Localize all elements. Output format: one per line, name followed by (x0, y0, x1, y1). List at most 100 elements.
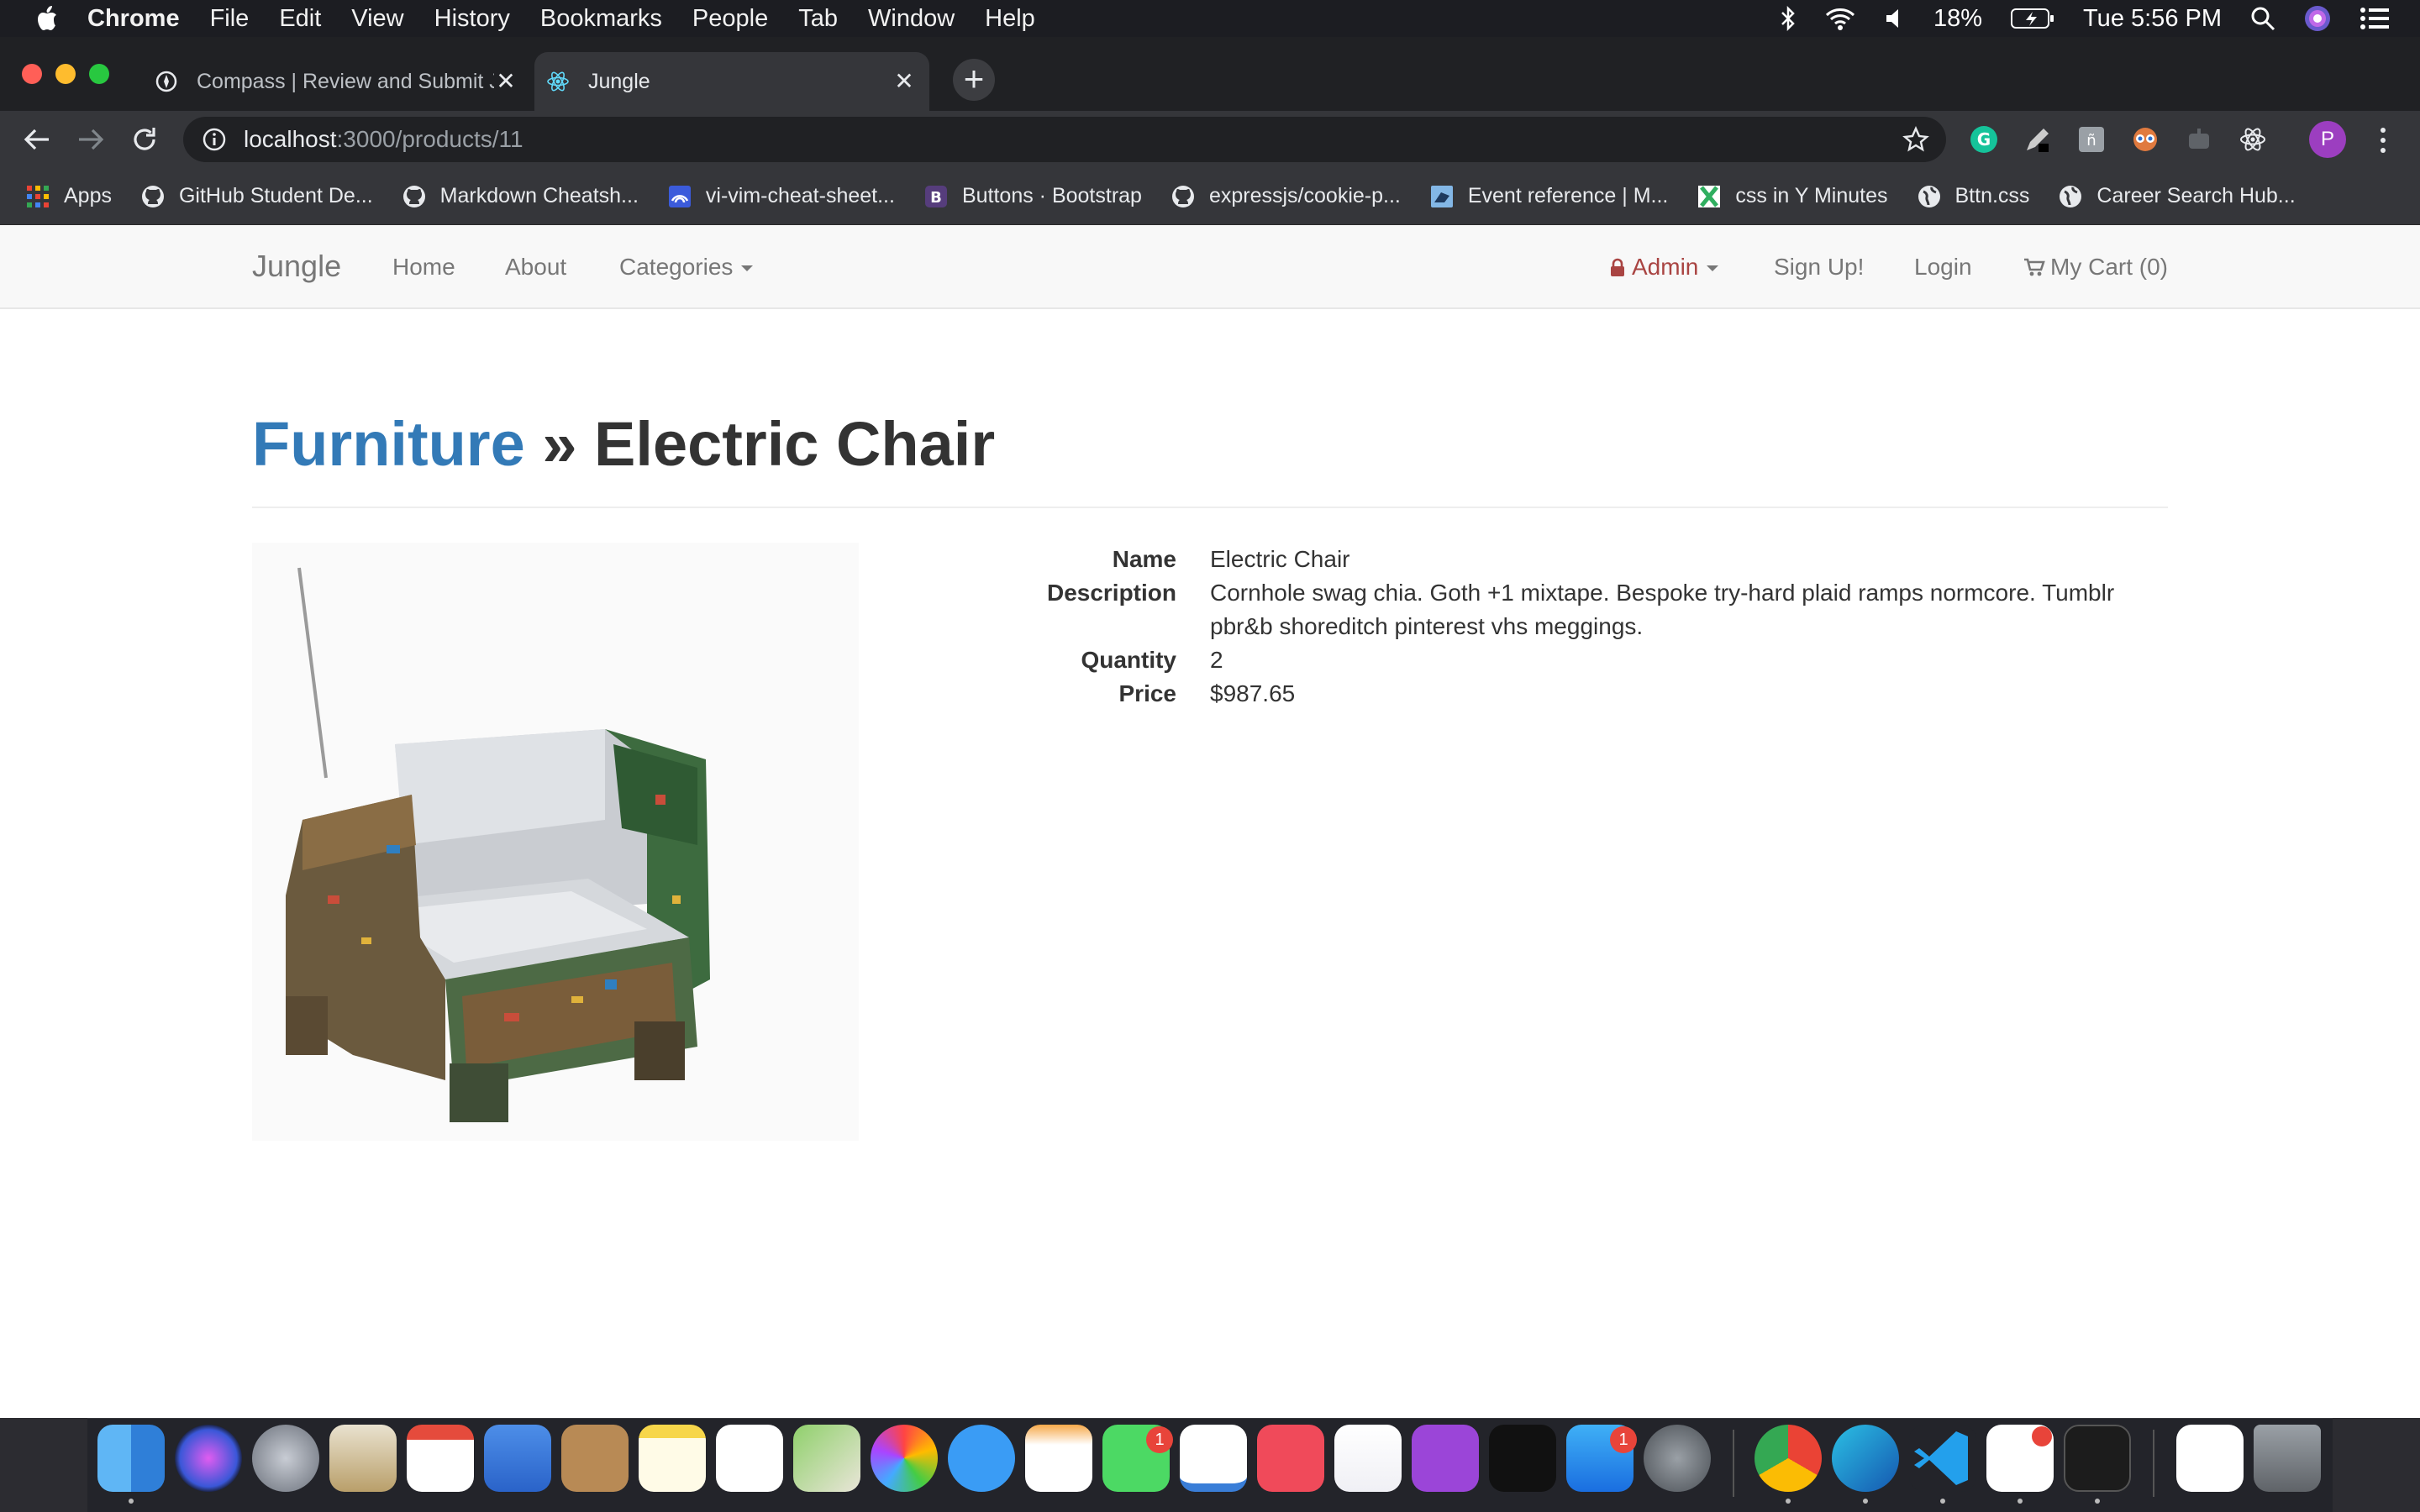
site-brand[interactable]: Jungle (252, 249, 341, 284)
battery-icon[interactable] (2011, 8, 2054, 29)
numbers-icon[interactable] (1180, 1425, 1247, 1492)
bluetooth-icon[interactable] (1781, 6, 1796, 31)
bookmark-apps[interactable]: Apps (25, 184, 112, 209)
window-minimize-button[interactable] (55, 64, 76, 84)
trash-icon[interactable] (2254, 1425, 2321, 1492)
notification-center-icon[interactable] (2360, 7, 2390, 30)
menu-window[interactable]: Window (868, 5, 955, 33)
profile-avatar[interactable]: P (2309, 121, 2346, 158)
detail-value-description: Cornhole swag chia. Goth +1 mixtape. Bes… (1210, 580, 2115, 639)
nav-home[interactable]: Home (392, 254, 455, 281)
bookmark-vim-cheat-sheet[interactable]: vi-vim-cheat-sheet... (667, 184, 895, 209)
menu-history[interactable]: History (434, 5, 510, 33)
back-arrow-icon[interactable] (20, 123, 54, 156)
volume-icon[interactable] (1885, 7, 1905, 30)
bookmark-bootstrap-buttons[interactable]: B Buttons · Bootstrap (923, 184, 1142, 209)
edge-icon[interactable] (1832, 1425, 1899, 1492)
music-icon[interactable] (1334, 1425, 1402, 1492)
pages-icon[interactable] (1025, 1425, 1092, 1492)
robot-extension-icon[interactable] (2185, 125, 2213, 154)
chrome-menu-icon[interactable] (2375, 126, 2391, 155)
messages-icon[interactable] (948, 1425, 1015, 1492)
site-navbar: Jungle Home About Categories Admin Sign … (0, 225, 2420, 309)
calendar-icon[interactable] (407, 1425, 474, 1492)
running-indicator (2095, 1499, 2100, 1504)
apple-icon[interactable] (34, 4, 59, 33)
window-zoom-button[interactable] (89, 64, 109, 84)
site-info-icon[interactable] (202, 127, 227, 152)
reload-icon[interactable] (128, 123, 161, 156)
reminders-icon[interactable] (716, 1425, 783, 1492)
forward-arrow-icon[interactable] (74, 123, 108, 156)
octo-extension-icon[interactable] (2131, 125, 2160, 154)
nav-admin-dropdown[interactable]: Admin (1610, 254, 1719, 281)
nav-about[interactable]: About (505, 254, 566, 281)
nav-login[interactable]: Login (1914, 254, 1972, 281)
tab-close-icon[interactable]: ✕ (494, 70, 518, 93)
caret-down-icon (1707, 265, 1719, 272)
system-preferences-icon[interactable] (1644, 1425, 1711, 1492)
address-bar[interactable]: localhost:3000/products/11 (183, 117, 1946, 162)
terminal-icon[interactable] (2064, 1425, 2131, 1492)
menu-app-name[interactable]: Chrome (87, 5, 180, 33)
menubar-clock[interactable]: Tue 5:56 PM (2083, 5, 2222, 33)
chrome-toolbar: localhost:3000/products/11 G ñ P (0, 111, 2420, 168)
siri-icon[interactable] (2304, 5, 2331, 32)
nav-cart[interactable]: My Cart (0) (2023, 254, 2168, 281)
menu-help[interactable]: Help (985, 5, 1035, 33)
battery-percent[interactable]: 18% (1933, 5, 1982, 33)
vscode-icon[interactable] (1909, 1425, 1976, 1492)
tab-title: Jungle (588, 69, 650, 93)
contacts-icon[interactable] (561, 1425, 629, 1492)
svg-text:G: G (1977, 129, 1991, 150)
bookmark-markdown-cheatsheet[interactable]: Markdown Cheatsh... (402, 184, 639, 209)
maps-icon[interactable] (793, 1425, 860, 1492)
category-breadcrumb-link[interactable]: Furniture (252, 409, 525, 479)
window-close-button[interactable] (22, 64, 42, 84)
running-indicator (1940, 1499, 1945, 1504)
launchpad-icon[interactable] (252, 1425, 319, 1492)
menu-edit[interactable]: Edit (279, 5, 321, 33)
downloads-stack-icon[interactable] (2176, 1425, 2244, 1492)
news-icon[interactable] (1257, 1425, 1324, 1492)
bookmark-star-icon[interactable] (1902, 126, 1929, 153)
finder-icon[interactable] (97, 1425, 165, 1492)
product-image (252, 543, 859, 1141)
pen-extension-icon[interactable] (2023, 125, 2052, 154)
mail-icon[interactable] (329, 1425, 397, 1492)
bookmark-label: Career Search Hub... (2096, 184, 2296, 207)
keynote-icon[interactable] (484, 1425, 551, 1492)
bookmark-github-student[interactable]: GitHub Student De... (140, 184, 373, 209)
tab-jungle[interactable]: Jungle ✕ (534, 52, 929, 111)
menu-file[interactable]: File (210, 5, 250, 33)
tab-close-icon[interactable]: ✕ (892, 70, 916, 93)
photos-icon[interactable] (871, 1425, 938, 1492)
grammarly-extension-icon[interactable]: G (1970, 125, 1998, 154)
nav-cart-label: My Cart (0) (2050, 254, 2168, 280)
menu-tab[interactable]: Tab (798, 5, 838, 33)
bookmark-bttn-css[interactable]: Bttn.css (1917, 184, 2029, 209)
menu-people[interactable]: People (692, 5, 768, 33)
react-devtools-extension-icon[interactable] (2238, 125, 2267, 154)
hacker-news-extension-icon[interactable]: ñ (2077, 125, 2106, 154)
bookmark-event-reference[interactable]: Event reference | M... (1429, 184, 1668, 209)
wifi-icon[interactable] (1824, 6, 1856, 31)
dock-separator (1733, 1430, 1734, 1497)
bookmark-career-search[interactable]: Career Search Hub... (2058, 184, 2296, 209)
chrome-dock-icon[interactable] (1754, 1425, 1822, 1492)
bookmark-expressjs-cookie[interactable]: expressjs/cookie-p... (1171, 184, 1401, 209)
nav-signup[interactable]: Sign Up! (1774, 254, 1864, 281)
menu-view[interactable]: View (351, 5, 403, 33)
new-tab-button[interactable]: + (953, 59, 995, 101)
spotlight-search-icon[interactable] (2250, 6, 2275, 31)
siri-dock-icon[interactable] (175, 1425, 242, 1492)
menu-bookmarks[interactable]: Bookmarks (540, 5, 662, 33)
detail-value-name: Electric Chair (1210, 546, 1350, 572)
nav-categories-dropdown[interactable]: Categories (619, 254, 754, 281)
bookmarks-bar: Apps GitHub Student De... Markdown Cheat… (0, 168, 2420, 225)
bookmark-css-y-minutes[interactable]: css in Y Minutes (1697, 184, 1888, 209)
podcasts-icon[interactable] (1412, 1425, 1479, 1492)
apple-tv-icon[interactable] (1489, 1425, 1556, 1492)
tab-compass[interactable]: Compass | Review and Submit J ✕ (143, 52, 531, 111)
notes-icon[interactable] (639, 1425, 706, 1492)
